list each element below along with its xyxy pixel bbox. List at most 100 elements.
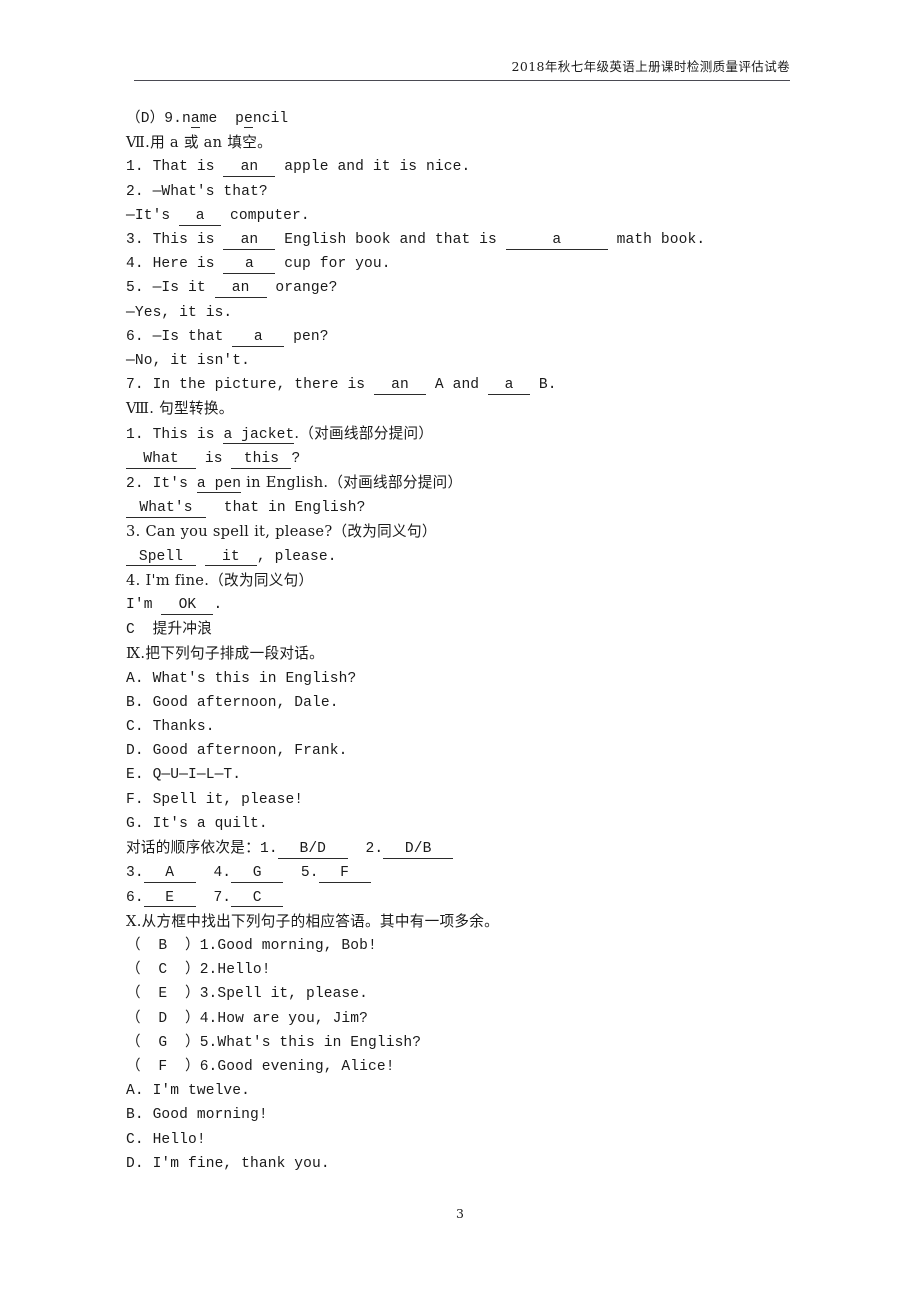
section-9-option-d: D. Good afternoon, Frank. [126,743,348,760]
part-c-heading: C 提升冲浪 [126,617,826,642]
item-answer-letter[interactable]: F [158,1059,167,1075]
answer-blank[interactable]: A [143,866,196,884]
answer-blank[interactable]: a [179,208,222,226]
answer-blank[interactable]: an [223,160,276,178]
part-c-gap [135,622,153,638]
item-text-post: apple and it is nice. [275,159,471,176]
exam-paper-page: 2018年秋七年级英语上册课时检测质量评估试卷 （D）9.name pencil… [0,0,920,1302]
prompt-text-pre: 1. This is [126,426,224,443]
section-7-item-3: 3. This is an English book and that is a… [126,228,826,252]
word-one-underlined-letter: a [190,111,200,128]
answer-gap [283,865,301,881]
item-number: 2. [199,962,218,979]
item-text-post: pen? [284,328,329,345]
section-8-item-2-answer: What's that in English? [126,496,826,520]
answer-blank-second[interactable]: this [231,451,292,469]
answer-blank[interactable]: What [126,451,196,469]
answer-gap [196,865,214,881]
section-10-bank-option-d: D. I'm fine, thank you. [126,1155,330,1172]
item-number: 1. [199,937,218,954]
answer-blank[interactable]: an [374,377,427,395]
section-9-option-e: E. Q—U—I—L—T. [126,767,242,784]
answer-blank[interactable]: Spell [126,549,196,567]
item-text: What's this in English? [217,1034,422,1051]
bracket-open: （ [126,1010,159,1027]
bracket-open: （ [126,1034,159,1051]
section-9-heading: Ⅸ.把下列句子排成一段对话。 [126,645,325,663]
section-8-item-3-prompt: 3. Can you spell it, please?（改为同义句） [126,523,437,541]
item-text-pre: 2. —What's that? [126,183,268,200]
item-text: How are you, Jim? [217,1010,369,1027]
answer-blank[interactable]: What's [126,500,206,518]
item-text-mid: A and [426,377,489,394]
answer-text-pre: I'm [126,597,162,614]
section-8-item-4-prompt: 4. I'm fine.（改为同义句） [126,571,314,589]
answer-blank[interactable]: a [232,329,285,347]
section-10-item-4: （ D ）4.How are you, Jim? [126,1007,826,1031]
part-c-title: 提升冲浪 [152,620,213,638]
section-9-answers-row-1: 对话的顺序依次是：1. B/D 2. D/B [126,836,826,861]
answer-blank[interactable]: OK [161,597,214,615]
section-10-bank-option-a: A. I'm twelve. [126,1083,251,1100]
item-number: 9. [164,111,182,127]
item-number: 5. [199,1034,218,1051]
section-10-item-3: （ E ）3.Spell it, please. [126,982,826,1006]
section-9-answers-row-2: 3. A 4. G 5. F [126,861,826,885]
word-two-prefix: p [235,111,244,127]
answer-text-post: . [213,597,223,614]
answer-gap [196,890,214,906]
part-c-label: C [126,622,135,639]
section-9-option-g: G. It's a quilt. [126,815,268,832]
answer-blank[interactable]: C [231,890,284,908]
page-number: 3 [456,1206,464,1221]
prompt-instruction: in English.（对画线部分提问） [241,474,463,492]
section-7-item-7: 7. In the picture, there is an A and a B… [126,373,826,397]
item-answer-letter[interactable]: E [158,986,167,1002]
item-text-post: math book. [607,232,706,249]
item-answer-letter[interactable]: G [158,1035,167,1051]
section-7-item-2-answer: —It's a computer. [126,204,826,228]
answer-blank-second[interactable]: a [505,232,608,250]
bracket-close: ） [149,111,165,127]
answer-text-post: that in English? [206,500,366,517]
answer-blank-second[interactable]: a [488,377,531,395]
answer-blank[interactable]: an [223,232,276,250]
answer-number: 7. [213,889,232,906]
answer-blank-second[interactable]: it [204,549,257,567]
item-answer-letter[interactable]: C [158,962,167,978]
answer-text-mid: is [196,450,232,467]
answer-blank[interactable]: an [214,281,267,299]
answer-blank[interactable]: D/B [383,841,454,859]
item-answer-letter[interactable]: D [158,1011,167,1027]
section-7-item-1: 1. That is an apple and it is nice. [126,155,826,179]
item-text-pre: 4. Here is [126,256,224,273]
answer-blank[interactable]: F [318,866,371,884]
item-text-pre: —No, it isn't. [126,353,251,370]
item-text-pre: 6. —Is that [126,328,233,345]
item-text-post: orange? [266,280,338,297]
section-8-item-1-prompt: 1. This is a jacket.（对画线部分提问） [126,422,826,447]
carry-over-item-9: （D）9.name pencil [126,107,826,131]
section-10-item-5: （ G ）5.What's this in English? [126,1031,826,1055]
bracket-open: （ [126,937,159,954]
answer-blank[interactable]: E [143,890,196,908]
item-text-pre: 7. In the picture, there is [126,377,375,394]
bracket-close: ） [167,1010,200,1027]
answer-blank[interactable]: B/D [277,841,348,859]
word-two-suffix: ncil [252,111,289,127]
bracket-open: （ [126,111,141,127]
item-number: 6. [199,1058,218,1075]
item-answer-letter[interactable]: B [158,938,167,954]
item-text: Spell it, please. [217,986,369,1003]
item-text-post: B. [530,377,557,394]
section-7-item-5: 5. —Is it an orange? [126,276,826,300]
section-7-heading: Ⅶ.用 a 或 an 填空。 [126,134,272,152]
section-10-bank-option-c: C. Hello! [126,1131,206,1148]
bracket-open: （ [126,1058,159,1075]
item-answer-letter: D [140,111,150,127]
item-text-mid: English book and that is [275,232,506,249]
bracket-close: ） [167,962,200,979]
answer-blank[interactable]: a [223,256,276,274]
bracket-open: （ [126,986,159,1003]
answer-blank[interactable]: G [231,866,284,884]
